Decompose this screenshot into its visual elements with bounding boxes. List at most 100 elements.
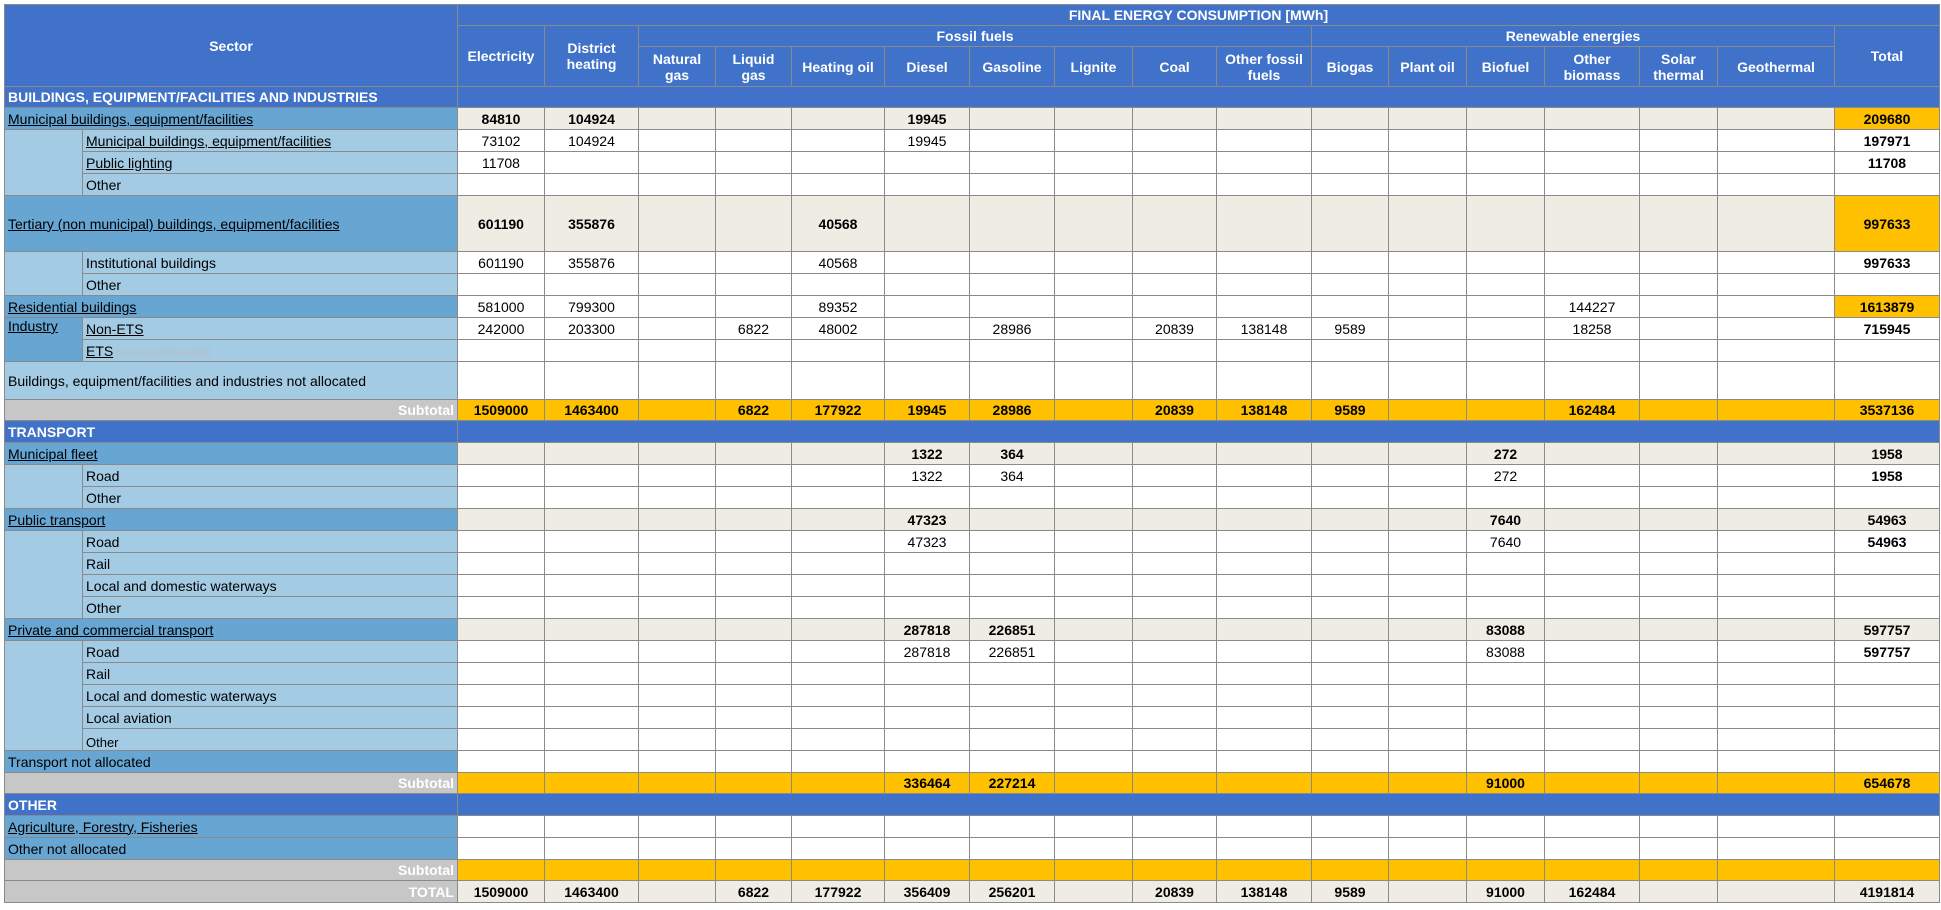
table-row: Public lighting 11708 11708 (5, 151, 1940, 174)
row-road: Road (82, 530, 458, 553)
cell: 581000 (457, 295, 545, 318)
table-row: Buildings, equipment/facilities and indu… (4, 361, 1940, 400)
row-agriculture[interactable]: Agriculture, Forestry, Fisheries (4, 815, 458, 838)
cell: 203300 (544, 317, 639, 340)
row-municipal-buildings-sub[interactable]: Municipal buildings, equipment/facilitie… (82, 129, 458, 152)
col-geothermal: Geothermal (1717, 46, 1835, 87)
cell: 54963 (1834, 530, 1940, 553)
table-row: Industry Non-ETS 242000 203300 6822 4800… (4, 317, 1940, 362)
cell: 9589 (1311, 317, 1389, 340)
cell: 162484 (1544, 399, 1640, 421)
electricity-header: Electricity (457, 25, 545, 87)
table-row: Municipal buildings, equipment/facilitie… (4, 129, 1940, 196)
table-row: Agriculture, Forestry, Fisheries (4, 815, 1940, 838)
table-row: Road 287818 226851 83088 597757 (4, 640, 1940, 751)
cell: 997633 (1834, 251, 1940, 274)
row-industry[interactable]: Industry (4, 317, 83, 362)
col-diesel: Diesel (884, 46, 970, 87)
table-row: ETS (not recommended) (5, 339, 1940, 362)
cell: 83088 (1466, 640, 1545, 663)
cell: 11708 (1834, 151, 1940, 174)
col-gasoline: Gasoline (969, 46, 1055, 87)
table-row: Tertiary (non municipal) buildings, equi… (4, 195, 1940, 252)
cell: 89352 (791, 295, 885, 318)
table-row: Subtotal 1509000 1463400 6822 177922 199… (4, 399, 1940, 421)
row-waterways: Local and domestic waterways (82, 574, 458, 597)
cell: 40568 (791, 195, 885, 252)
cell: 19945 (884, 129, 970, 152)
row-municipal-fleet[interactable]: Municipal fleet (4, 442, 458, 465)
row-tertiary[interactable]: Tertiary (non municipal) buildings, equi… (4, 195, 458, 252)
row-bld-not-allocated: Buildings, equipment/facilities and indu… (4, 361, 458, 400)
section-fill (457, 793, 1940, 816)
cell: 597757 (1834, 618, 1940, 641)
row-ets[interactable]: ETS (not recommended) (82, 339, 458, 362)
ets-note: (not recommended) (115, 346, 212, 359)
table-row: Residential buildings 581000 799300 8935… (4, 295, 1940, 318)
cell: 18258 (1544, 317, 1640, 340)
cell: 272 (1466, 442, 1545, 465)
table-row: Institutional buildings 601190 355876 40… (4, 251, 1940, 296)
col-lignite: Lignite (1054, 46, 1133, 87)
cell: 256201 (969, 880, 1055, 903)
cell: 138148 (1216, 399, 1312, 421)
row-institutional: Institutional buildings (82, 251, 458, 274)
row-waterways: Local and domestic waterways (82, 684, 458, 707)
cell: 7640 (1466, 508, 1545, 531)
row-residential[interactable]: Residential buildings (4, 295, 458, 318)
cell: 48002 (791, 317, 885, 340)
row-municipal-buildings[interactable]: Municipal buildings, equipment/facilitie… (4, 107, 458, 130)
col-natural-gas: Natural gas (638, 46, 716, 87)
table-row: Rail (5, 552, 1940, 575)
cell: 104924 (544, 107, 639, 130)
table-row: Other (5, 486, 1940, 509)
cell: 28986 (969, 399, 1055, 421)
table-row: Municipal buildings, equipment/facilitie… (4, 107, 1940, 130)
cell: 40568 (791, 251, 885, 274)
cell: 997633 (1834, 195, 1940, 252)
table-row: Municipal fleet 1322 364 272 1958 (4, 442, 1940, 465)
cell: 9589 (1311, 399, 1389, 421)
cell: 6822 (715, 399, 792, 421)
row-road: Road (82, 464, 458, 487)
row-non-ets[interactable]: Non-ETS (82, 317, 458, 340)
row-other-not-allocated: Other not allocated (4, 837, 458, 860)
cell: 1509000 (457, 880, 545, 903)
col-plant-oil: Plant oil (1388, 46, 1467, 87)
cell: 47323 (884, 530, 970, 553)
cell: 91000 (1466, 772, 1545, 794)
row-other: Other (82, 486, 458, 509)
row-public-lighting[interactable]: Public lighting (82, 151, 458, 174)
col-biogas: Biogas (1311, 46, 1389, 87)
cell: 20839 (1132, 880, 1217, 903)
cell: 19945 (884, 107, 970, 130)
cell: 1322 (884, 442, 970, 465)
table-row: Subtotal 336464 227214 91000 654678 (4, 772, 1940, 794)
row-private-transport[interactable]: Private and commercial transport (4, 618, 458, 641)
section-buildings: BUILDINGS, EQUIPMENT/FACILITIES AND INDU… (4, 86, 458, 108)
total-header: Total (1834, 25, 1940, 87)
table-row: Local and domestic waterways (5, 574, 1940, 597)
cell: 355876 (544, 251, 639, 274)
table-row: Private and commercial transport 287818 … (4, 618, 1940, 641)
table-row: TOTAL 1509000 1463400 6822 177922 356409… (4, 880, 1940, 903)
table-row: Other (5, 273, 1940, 296)
cell: 356409 (884, 880, 970, 903)
cell: 20839 (1132, 317, 1217, 340)
cell: 47323 (884, 508, 970, 531)
cell: 4191814 (1834, 880, 1940, 903)
cell: 1958 (1834, 442, 1940, 465)
cell: 715945 (1834, 317, 1940, 340)
cell: 1463400 (544, 880, 639, 903)
renewable-header: Renewable energies (1311, 25, 1835, 47)
subtotal-buildings-label: Subtotal (4, 399, 458, 421)
cell: 11708 (457, 151, 545, 174)
subtotal-transport-label: Subtotal (4, 772, 458, 794)
cell: 1613879 (1834, 295, 1940, 318)
row-public-transport[interactable]: Public transport (4, 508, 458, 531)
col-solar-thermal: Solar thermal (1639, 46, 1718, 87)
final-energy-title: FINAL ENERGY CONSUMPTION [MWh] (457, 4, 1940, 26)
cell: 272 (1466, 464, 1545, 487)
row-other: Other (82, 273, 458, 296)
cell: 19945 (884, 399, 970, 421)
